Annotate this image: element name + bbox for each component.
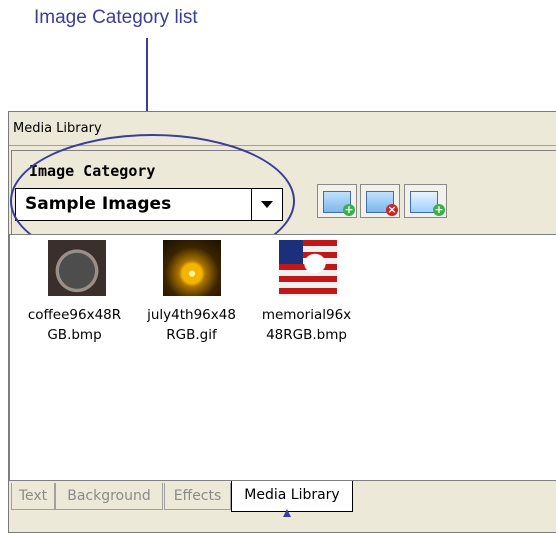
image-filename: july4th96x48 RGB.gif (147, 307, 236, 343)
image-thumbnail-coffee[interactable] (48, 240, 106, 296)
delete-image-button[interactable]: × (360, 184, 400, 218)
callout-title: Image Category list (34, 7, 198, 28)
pointer-arrow-icon (283, 509, 291, 517)
image-thumbnail-july4th[interactable] (163, 240, 221, 296)
delete-badge-icon: × (386, 203, 398, 216)
add-picture-button[interactable]: + (404, 184, 447, 218)
tab-text[interactable]: Text (11, 483, 55, 510)
image-filename: memorial96x 48RGB.bmp (261, 307, 352, 343)
add-badge-icon: + (433, 203, 445, 216)
add-badge-icon: + (343, 203, 355, 216)
tab-effects[interactable]: Effects (164, 483, 231, 510)
image-filename: coffee96x48R GB.bmp (27, 307, 122, 343)
image-thumbnail-memorial[interactable] (279, 240, 337, 296)
add-image-button[interactable]: + (317, 184, 357, 218)
tab-background[interactable]: Background (55, 483, 163, 510)
window-title: Media Library (13, 121, 102, 136)
tab-media-library[interactable]: Media Library (231, 481, 353, 512)
